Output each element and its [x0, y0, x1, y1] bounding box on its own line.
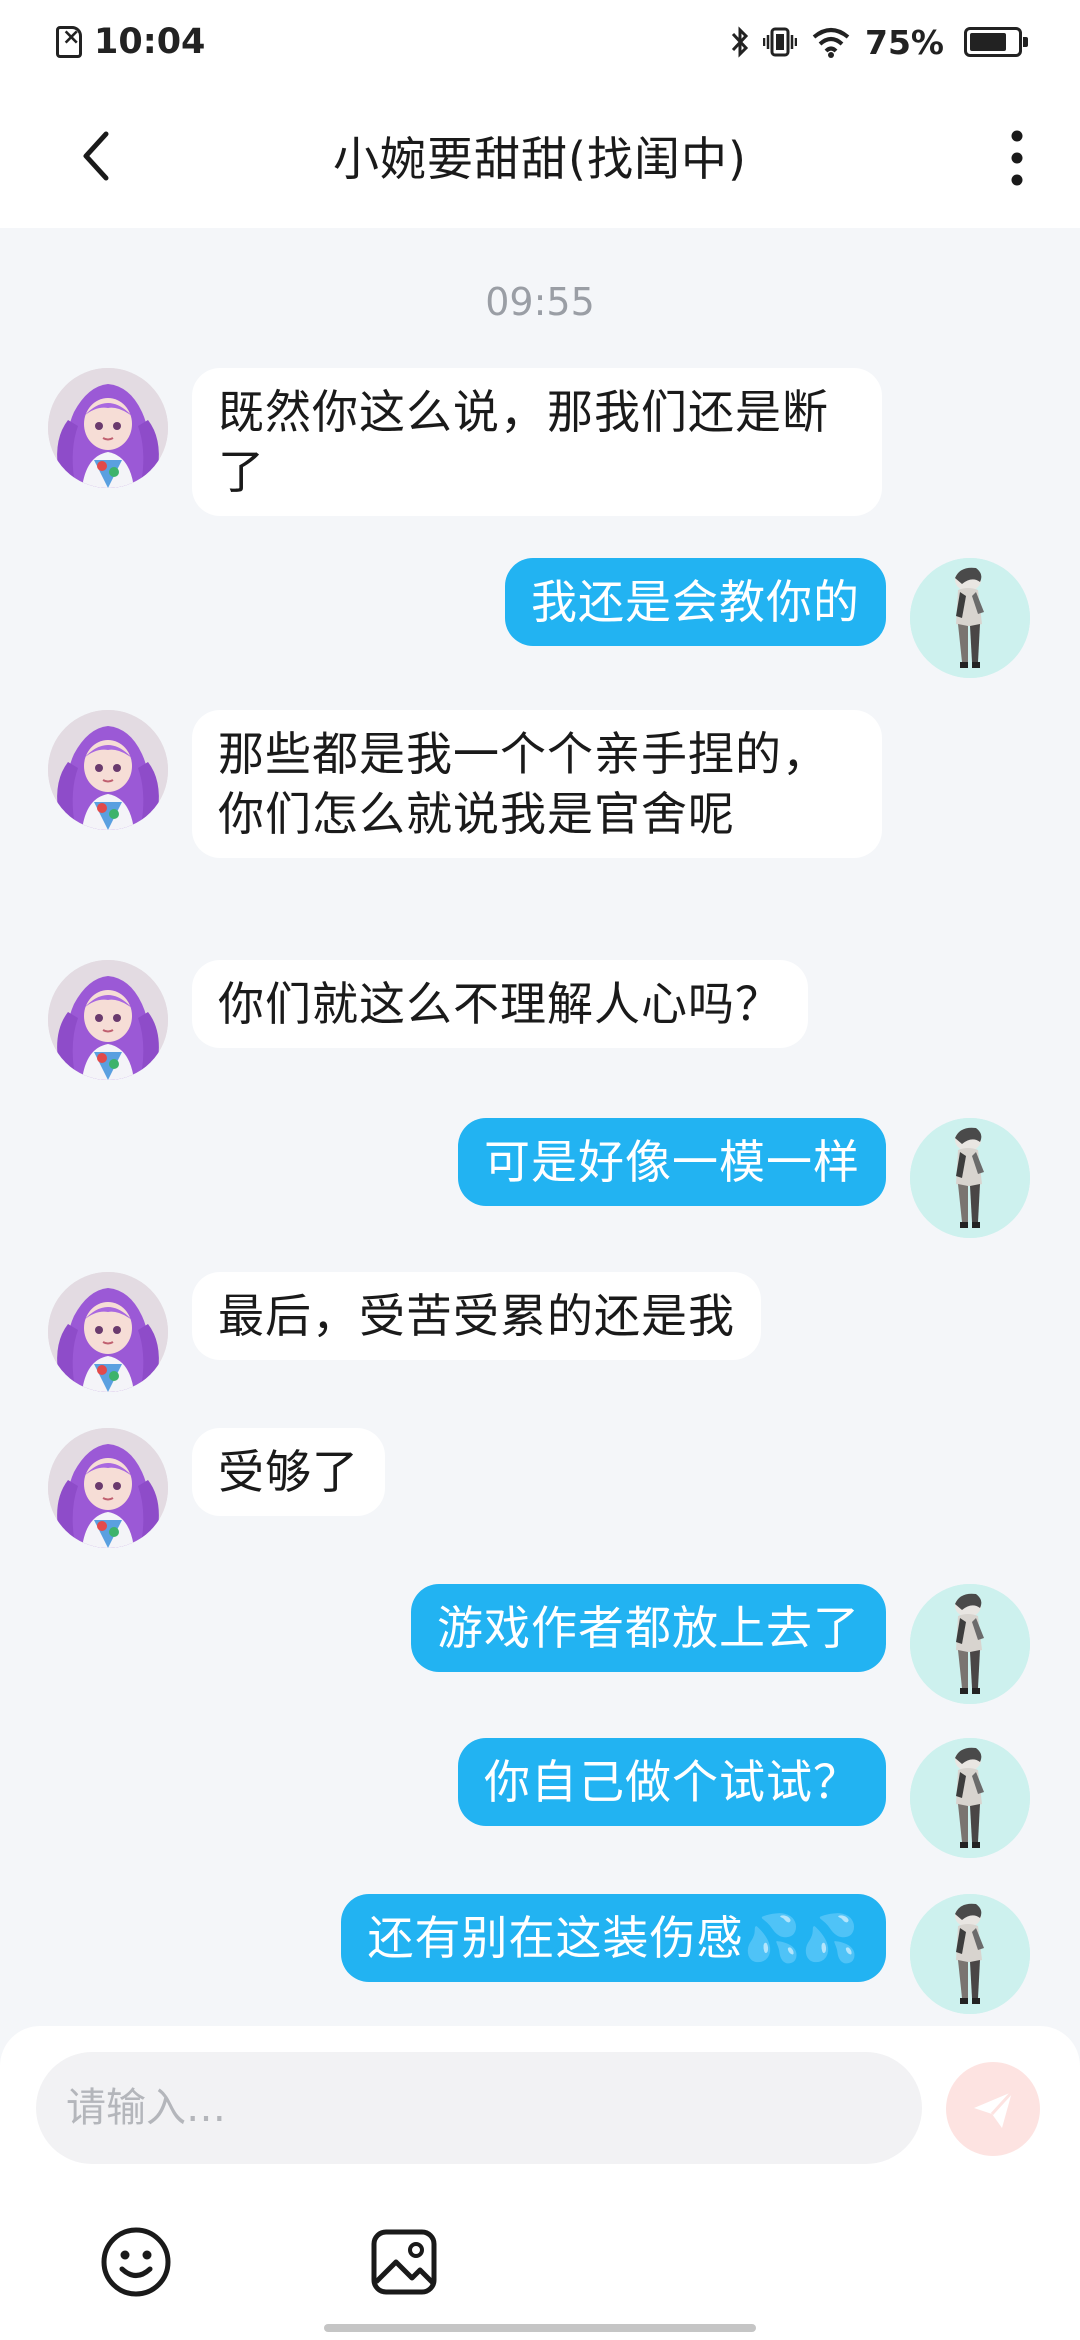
outgoing-message[interactable]: 你自己做个试试？: [458, 1738, 886, 1826]
send-icon: [974, 2090, 1014, 2128]
my-avatar[interactable]: [910, 1584, 1030, 1704]
incoming-message[interactable]: 既然你这么说，那我们还是断了: [192, 368, 882, 516]
send-button[interactable]: [946, 2062, 1040, 2156]
outgoing-message[interactable]: 游戏作者都放上去了: [411, 1584, 886, 1672]
contact-avatar[interactable]: [48, 710, 168, 830]
my-avatar[interactable]: [910, 1894, 1030, 2014]
incoming-message[interactable]: 受够了: [192, 1428, 385, 1516]
image-button[interactable]: [366, 2224, 442, 2300]
emoji-button[interactable]: [98, 2224, 174, 2300]
contact-avatar[interactable]: [48, 960, 168, 1080]
status-left: 10:04: [56, 22, 205, 62]
outgoing-message[interactable]: 还有别在这装伤感💦💦: [341, 1894, 886, 1982]
page-title: 小婉要甜甜(找闺中): [333, 132, 747, 186]
home-indicator[interactable]: [324, 2324, 756, 2332]
incoming-message[interactable]: 那些都是我一个个亲手捏的，你们怎么就说我是官舍呢: [192, 710, 882, 858]
back-button[interactable]: [70, 124, 130, 188]
my-avatar[interactable]: [910, 1118, 1030, 1238]
chevron-left-icon: [83, 131, 109, 181]
status-bar: 10:04 75%: [0, 0, 1080, 84]
message-input[interactable]: [36, 2052, 922, 2164]
emoji-icon: [101, 2227, 171, 2297]
my-avatar[interactable]: [910, 558, 1030, 678]
contact-avatar[interactable]: [48, 1428, 168, 1548]
wifi-icon: [812, 28, 850, 58]
my-avatar[interactable]: [910, 1738, 1030, 1858]
image-icon: [371, 2229, 437, 2295]
battery-icon: [964, 27, 1028, 57]
more-options-button[interactable]: [1002, 126, 1032, 190]
outgoing-message[interactable]: 我还是会教你的: [505, 558, 886, 646]
outgoing-message[interactable]: 可是好像一模一样: [458, 1118, 886, 1206]
status-right: 75%: [731, 22, 1028, 62]
message-list[interactable]: 09:55 既然你这么说，那我们还是断了 我还是会教你的 那些都是我一个个亲手捏…: [0, 228, 1080, 2028]
incoming-message[interactable]: 最后，受苦受累的还是我: [192, 1272, 761, 1360]
contact-avatar[interactable]: [48, 1272, 168, 1392]
vibrate-icon: [763, 27, 797, 57]
no-sim-icon: [56, 25, 82, 58]
battery-percent: 75%: [865, 22, 944, 62]
chat-header: 小婉要甜甜(找闺中): [0, 84, 1080, 228]
composer-panel: [0, 2026, 1080, 2340]
message-timestamp: 09:55: [485, 280, 595, 324]
status-time: 10:04: [94, 22, 206, 62]
bluetooth-icon: [731, 26, 749, 58]
incoming-message[interactable]: 你们就这么不理解人心吗？: [192, 960, 808, 1048]
contact-avatar[interactable]: [48, 368, 168, 488]
more-vertical-icon: [1011, 130, 1023, 186]
